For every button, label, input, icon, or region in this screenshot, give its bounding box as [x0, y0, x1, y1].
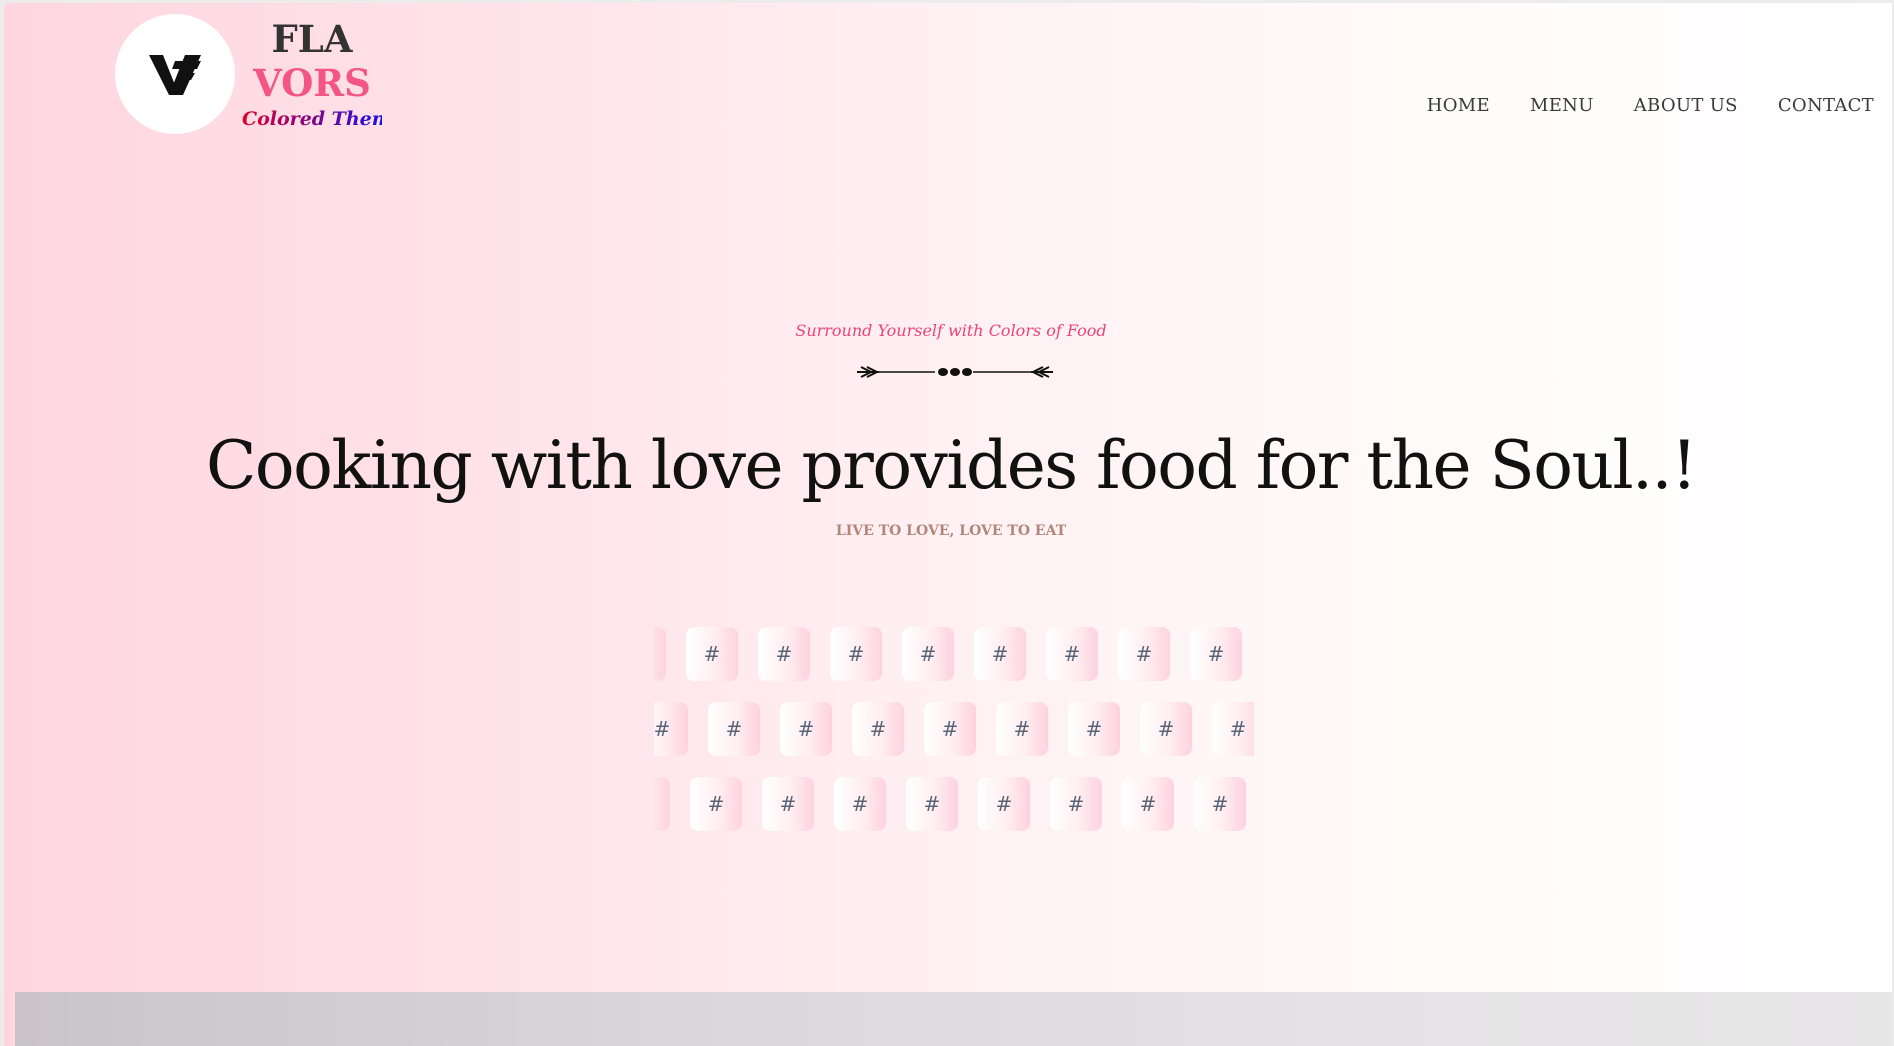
brand-name: FLA VORS Colored Theme — [242, 17, 404, 133]
ornamental-divider-icon — [857, 366, 1053, 378]
hashtag-tile[interactable]: # — [1050, 777, 1102, 831]
hashtag-tile[interactable]: # — [1118, 627, 1170, 681]
page: FLA VORS Colored Theme HOME MENU ABOUT U… — [4, 3, 1892, 1046]
hashtag-tile[interactable]: # — [852, 702, 904, 756]
hashtag-tile[interactable]: # — [780, 702, 832, 756]
hashtag-tile[interactable]: # — [830, 627, 882, 681]
hashtag-tile[interactable]: # — [834, 777, 886, 831]
hashtag-tile[interactable]: # — [708, 702, 760, 756]
brand-line1: FLA — [271, 17, 353, 61]
hero-subline: LIVE TO LOVE, LOVE TO EAT — [835, 523, 1067, 539]
nav-contact[interactable]: CONTACT — [1778, 95, 1874, 116]
hashtag-tile[interactable]: # — [654, 777, 670, 831]
hashtag-tile[interactable]: # — [758, 627, 810, 681]
hashtag-tile[interactable]: # — [654, 702, 688, 756]
hero-tagline: Surround Yourself with Colors of Food — [795, 321, 1107, 340]
hashtag-tile[interactable]: # — [996, 702, 1048, 756]
hashtag-grid: ######### ######### ######### — [654, 627, 1254, 837]
tag-row-3: # # # # # # # # # — [654, 777, 1246, 831]
nav-menu[interactable]: MENU — [1530, 95, 1594, 116]
hashtag-tile[interactable]: # — [974, 627, 1026, 681]
hashtag-tile[interactable]: # — [1194, 777, 1246, 831]
brand-line2: VORS — [253, 61, 371, 105]
logo[interactable] — [115, 14, 235, 134]
vf-monogram-icon — [149, 55, 201, 95]
hashtag-tile[interactable]: # — [762, 777, 814, 831]
hashtag-tile[interactable]: # — [924, 702, 976, 756]
hashtag-tile[interactable]: # — [686, 627, 738, 681]
nav-about-us[interactable]: ABOUT US — [1634, 95, 1738, 116]
hashtag-tile[interactable]: # — [1212, 702, 1254, 756]
brand-tagline: Colored Theme — [242, 105, 404, 133]
hashtag-tile[interactable]: # — [1068, 702, 1120, 756]
hashtag-tile[interactable]: # — [906, 777, 958, 831]
hashtag-tile[interactable]: # — [978, 777, 1030, 831]
hashtag-tile[interactable]: # — [1046, 627, 1098, 681]
nav-home[interactable]: HOME — [1427, 95, 1490, 116]
tag-row-2: # # # # # # # # # — [654, 702, 1254, 756]
tag-row-1: # # # # # # # # # — [654, 627, 1242, 681]
next-section-preview — [15, 992, 1892, 1046]
hashtag-tile[interactable]: # — [1140, 702, 1192, 756]
hashtag-tile[interactable]: # — [690, 777, 742, 831]
hashtag-tile[interactable]: # — [1190, 627, 1242, 681]
hashtag-tile[interactable]: # — [654, 627, 666, 681]
hashtag-tile[interactable]: # — [902, 627, 954, 681]
hashtag-tile[interactable]: # — [1122, 777, 1174, 831]
hero-headline: Cooking with love provides food for the … — [205, 427, 1698, 504]
main-nav: HOME MENU ABOUT US CONTACT — [1427, 95, 1874, 116]
